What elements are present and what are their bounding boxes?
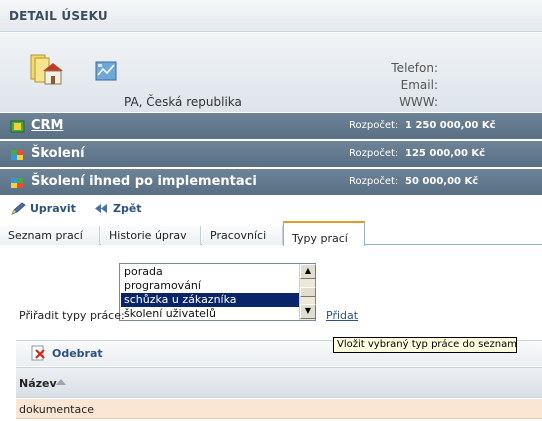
add-work-type-link[interactable]: Přidat — [326, 309, 358, 322]
project-bar-training-implementation: Školení ihned po implementaci Rozpočet: … — [0, 169, 542, 196]
phone-label: Telefon: — [391, 61, 438, 75]
listbox-option-selected[interactable]: schůzka u zákazníka — [121, 293, 299, 307]
www-label: WWW: — [399, 95, 438, 109]
add-link-tooltip: Vložit vybraný typ práce do seznamu — [333, 337, 517, 353]
delete-document-icon — [31, 345, 45, 361]
budget-label: Rozpočet: — [349, 148, 399, 159]
puzzle-icon — [11, 150, 23, 160]
project-title-training: Školení — [31, 146, 85, 161]
column-header-name[interactable]: Název — [19, 377, 57, 390]
project-bar-training: Školení Rozpočet: 125 000,00 Kč — [0, 141, 542, 168]
project-bar-crm: CRM Rozpočet: 1 250 000,00 Kč — [0, 113, 542, 140]
scroll-down-icon[interactable]: ▼ — [300, 304, 316, 319]
tab-work-types[interactable]: Typy prací — [283, 221, 365, 246]
rewind-icon — [95, 204, 107, 213]
pencil-icon — [11, 202, 26, 215]
listbox-option[interactable]: porada — [121, 265, 299, 279]
project-icon — [10, 120, 25, 133]
tab-workers[interactable]: Pracovníci — [202, 226, 283, 245]
action-toolbar: Upravit Zpět — [0, 197, 542, 221]
tab-edit-history[interactable]: Historie úprav — [101, 226, 201, 245]
project-title-training-implementation: Školení ihned po implementaci — [31, 174, 257, 189]
budget-value: 1 250 000,00 Kč — [405, 120, 496, 131]
folder-home-icon — [30, 54, 63, 85]
listbox-scrollbar[interactable]: ▲ ▼ — [299, 264, 316, 320]
scroll-thumb[interactable] — [300, 287, 316, 297]
project-link-crm[interactable]: CRM — [31, 118, 64, 133]
budget-value: 125 000,00 Kč — [405, 148, 486, 159]
email-label: Email: — [400, 78, 438, 92]
table-row[interactable]: dokumentace — [16, 399, 542, 419]
tab-bar: Seznam prací Historie úprav Pracovníci T… — [0, 221, 542, 246]
edit-button[interactable]: Upravit — [10, 202, 76, 216]
puzzle-icon — [11, 178, 23, 188]
remove-button[interactable]: Odebrat — [30, 345, 120, 361]
listbox-option[interactable]: programování — [121, 279, 299, 293]
budget-value: 50 000,00 Kč — [405, 176, 479, 187]
section-info-panel: PA, Česká republika Telefon: Email: WWW: — [0, 33, 542, 112]
sort-ascending-icon[interactable] — [56, 379, 66, 385]
scroll-up-icon[interactable]: ▲ — [300, 264, 316, 279]
budget-label: Rozpočet: — [349, 176, 399, 187]
page-title: DETAIL ÚSEKU — [9, 9, 108, 23]
map-icon[interactable] — [95, 61, 117, 81]
page-header: DETAIL ÚSEKU — [0, 0, 542, 32]
work-type-listbox[interactable]: porada programování schůzka u zákazníka … — [119, 263, 316, 321]
table-cell-name: dokumentace — [19, 403, 95, 416]
assign-work-types-label: Přiřadit typy práce: — [19, 309, 125, 322]
tab-work-list[interactable]: Seznam prací — [0, 226, 100, 245]
grid-header: Název — [16, 367, 542, 398]
work-types-panel: porada programování schůzka u zákazníka … — [0, 246, 542, 421]
remove-label: Odebrat — [52, 347, 103, 360]
listbox-option[interactable]: školení uživatelů — [121, 307, 299, 321]
back-button[interactable]: Zpět — [93, 202, 143, 216]
back-label: Zpět — [113, 202, 142, 215]
edit-label: Upravit — [30, 202, 76, 215]
location-text: PA, Česká republika — [124, 95, 242, 109]
budget-label: Rozpočet: — [349, 120, 399, 131]
